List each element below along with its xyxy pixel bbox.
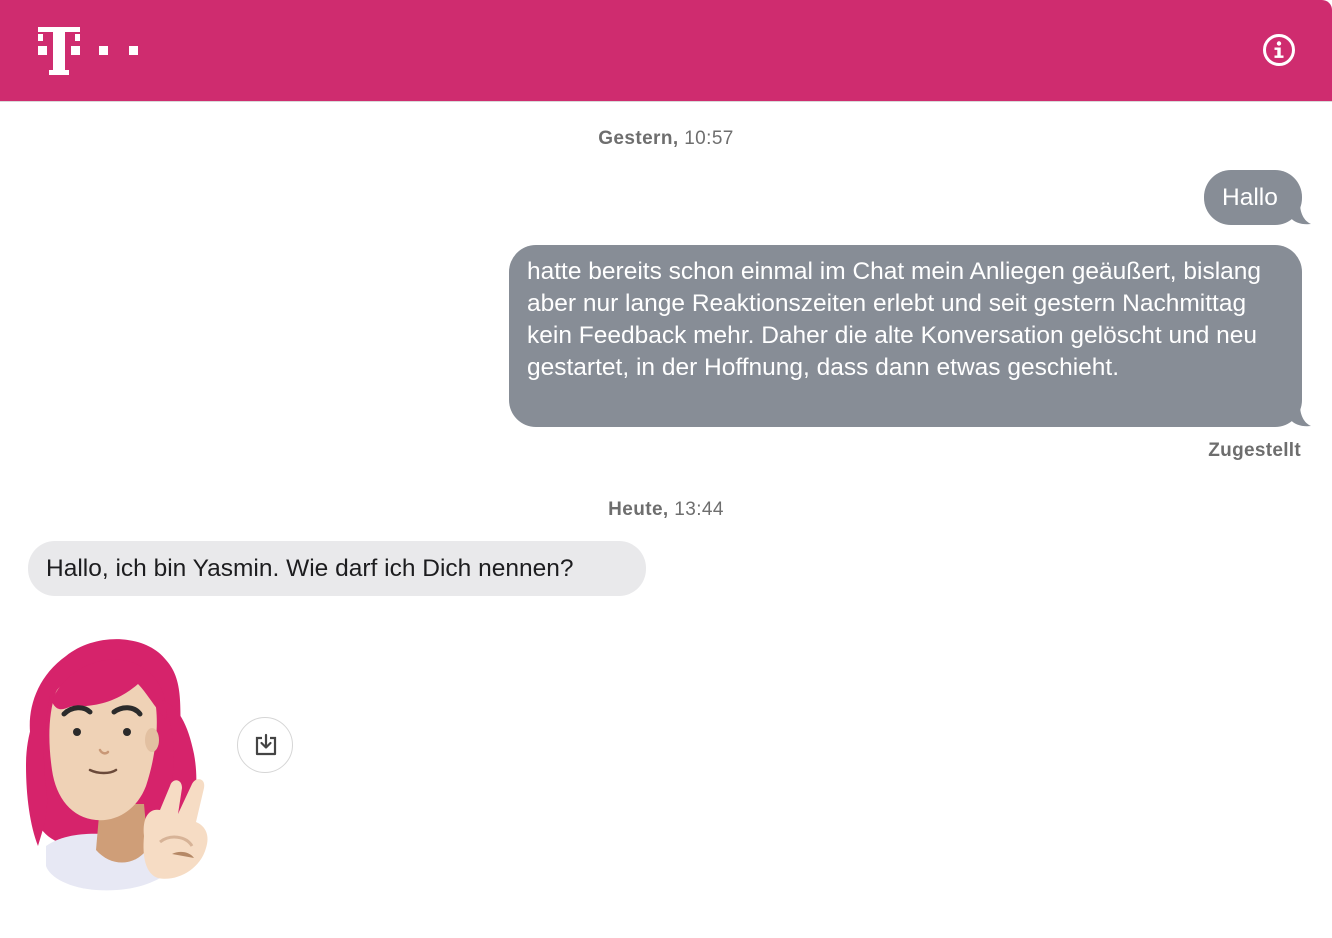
header-bar [0, 0, 1332, 102]
timestamp-time: 13:44 [674, 499, 724, 520]
message-text: Hallo, ich bin Yasmin. Wie darf ich Dich… [46, 555, 574, 582]
timestamp-date: Gestern, [598, 128, 679, 149]
message-text: hatte bereits schon einmal im Chat mein … [527, 258, 1262, 381]
delivery-status: Zugestellt [1208, 440, 1301, 461]
yasmin-peace-sign-avatar[interactable] [26, 636, 216, 892]
info-icon[interactable] [1262, 33, 1296, 67]
download-icon [255, 733, 277, 756]
bubble-tail [1288, 203, 1311, 225]
message-text: Hallo [1222, 184, 1278, 211]
timestamp-time: 10:57 [684, 128, 734, 149]
timestamp-date: Heute, [608, 499, 669, 520]
day-timestamp: Gestern, 10:57 [0, 128, 1332, 150]
chat-window: Gestern, 10:57 Hallo hatte bereits schon… [0, 0, 1332, 938]
incoming-message[interactable]: Hallo, ich bin Yasmin. Wie darf ich Dich… [28, 541, 646, 596]
day-timestamp: Heute, 13:44 [0, 499, 1332, 521]
bubble-tail [1288, 405, 1311, 427]
download-button[interactable] [237, 717, 293, 773]
outgoing-message[interactable]: hatte bereits schon einmal im Chat mein … [509, 245, 1302, 427]
telekom-logo-icon[interactable] [38, 27, 142, 75]
